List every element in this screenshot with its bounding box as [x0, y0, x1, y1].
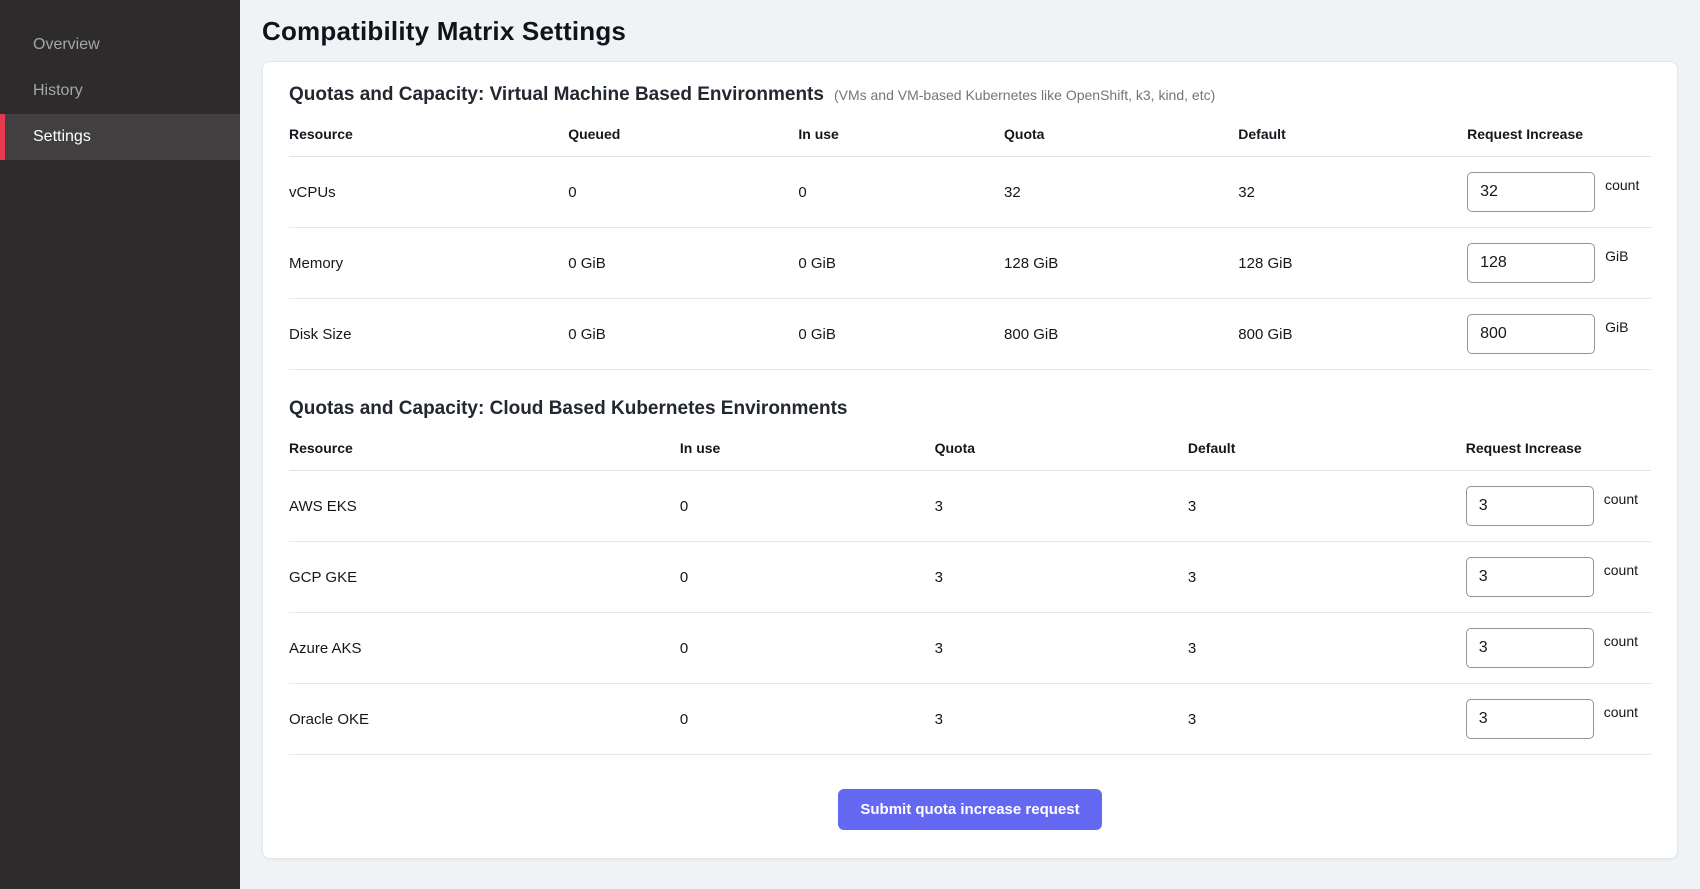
vm-section-title: Quotas and Capacity: Virtual Machine Bas… — [289, 84, 824, 106]
table-row-disk-size: Disk Size 0 GiB 0 GiB 800 GiB 800 GiB Gi… — [289, 299, 1651, 370]
default-value: 3 — [1188, 498, 1466, 515]
resource-name: Azure AKS — [289, 640, 680, 657]
sidebar-item-settings[interactable]: Settings — [0, 114, 240, 160]
unit-label: GiB — [1605, 248, 1628, 264]
resource-name: GCP GKE — [289, 569, 680, 586]
cloud-quota-table: Resource In use Quota Default Request In… — [289, 432, 1651, 755]
quota-value: 3 — [935, 498, 1188, 515]
column-header-default: Default — [1188, 440, 1466, 456]
column-header-queued: Queued — [568, 126, 798, 142]
resource-name: Oracle OKE — [289, 711, 680, 728]
in-use-value: 0 GiB — [798, 326, 1004, 343]
unit-label: GiB — [1605, 319, 1628, 335]
column-header-quota: Quota — [935, 440, 1188, 456]
unit-label: count — [1604, 704, 1638, 720]
table-row-azure-aks: Azure AKS 0 3 3 count — [289, 613, 1651, 684]
queued-value: 0 GiB — [568, 255, 798, 272]
unit-label: count — [1605, 177, 1639, 193]
request-increase-input[interactable] — [1466, 628, 1594, 668]
sidebar-item-history[interactable]: History — [0, 68, 240, 114]
cloud-section-title: Quotas and Capacity: Cloud Based Kuberne… — [289, 398, 848, 420]
table-row-oracle-oke: Oracle OKE 0 3 3 count — [289, 684, 1651, 755]
request-increase-input[interactable] — [1466, 486, 1594, 526]
default-value: 3 — [1188, 640, 1466, 657]
quota-value: 32 — [1004, 184, 1238, 201]
resource-name: Memory — [289, 255, 568, 272]
column-header-in-use: In use — [680, 440, 935, 456]
in-use-value: 0 — [680, 569, 935, 586]
column-header-request-increase: Request Increase — [1467, 126, 1651, 142]
vm-section-subtitle: (VMs and VM-based Kubernetes like OpenSh… — [834, 87, 1215, 103]
quota-value: 3 — [935, 711, 1188, 728]
request-increase-input[interactable] — [1467, 243, 1595, 283]
vm-quota-table: Resource Queued In use Quota Default Req… — [289, 118, 1651, 370]
resource-name: Disk Size — [289, 326, 568, 343]
main-content: Compatibility Matrix Settings Quotas and… — [240, 0, 1700, 889]
in-use-value: 0 — [798, 184, 1004, 201]
table-row-aws-eks: AWS EKS 0 3 3 count — [289, 471, 1651, 542]
sidebar-item-overview[interactable]: Overview — [0, 22, 240, 68]
quota-value: 3 — [935, 640, 1188, 657]
sidebar-item-label: Overview — [33, 36, 100, 54]
unit-label: count — [1604, 633, 1638, 649]
table-row-memory: Memory 0 GiB 0 GiB 128 GiB 128 GiB GiB — [289, 228, 1651, 299]
table-row-vcpus: vCPUs 0 0 32 32 count — [289, 157, 1651, 228]
column-header-resource: Resource — [289, 126, 568, 142]
in-use-value: 0 — [680, 640, 935, 657]
resource-name: AWS EKS — [289, 498, 680, 515]
vm-section-header: Quotas and Capacity: Virtual Machine Bas… — [289, 84, 1651, 106]
in-use-value: 0 GiB — [798, 255, 1004, 272]
page-title: Compatibility Matrix Settings — [262, 16, 1678, 47]
queued-value: 0 — [568, 184, 798, 201]
column-header-quota: Quota — [1004, 126, 1238, 142]
column-header-default: Default — [1238, 126, 1467, 142]
submit-area: Submit quota increase request — [289, 789, 1651, 830]
unit-label: count — [1604, 491, 1638, 507]
default-value: 32 — [1238, 184, 1467, 201]
queued-value: 0 GiB — [568, 326, 798, 343]
request-increase-input[interactable] — [1466, 699, 1594, 739]
vm-table-header-row: Resource Queued In use Quota Default Req… — [289, 118, 1651, 157]
request-increase-input[interactable] — [1466, 557, 1594, 597]
sidebar-item-label: History — [33, 82, 83, 100]
unit-label: count — [1604, 562, 1638, 578]
default-value: 3 — [1188, 711, 1466, 728]
quota-value: 128 GiB — [1004, 255, 1238, 272]
column-header-in-use: In use — [798, 126, 1004, 142]
submit-quota-increase-button[interactable]: Submit quota increase request — [838, 789, 1101, 830]
default-value: 800 GiB — [1238, 326, 1467, 343]
default-value: 128 GiB — [1238, 255, 1467, 272]
request-increase-input[interactable] — [1467, 314, 1595, 354]
default-value: 3 — [1188, 569, 1466, 586]
column-header-resource: Resource — [289, 440, 680, 456]
sidebar: Overview History Settings — [0, 0, 240, 889]
request-increase-input[interactable] — [1467, 172, 1595, 212]
resource-name: vCPUs — [289, 184, 568, 201]
in-use-value: 0 — [680, 711, 935, 728]
in-use-value: 0 — [680, 498, 935, 515]
table-row-gcp-gke: GCP GKE 0 3 3 count — [289, 542, 1651, 613]
quota-value: 800 GiB — [1004, 326, 1238, 343]
quota-value: 3 — [935, 569, 1188, 586]
column-header-request-increase: Request Increase — [1466, 440, 1651, 456]
sidebar-item-label: Settings — [33, 128, 91, 146]
settings-card: Quotas and Capacity: Virtual Machine Bas… — [262, 61, 1678, 859]
cloud-table-header-row: Resource In use Quota Default Request In… — [289, 432, 1651, 471]
cloud-section-header: Quotas and Capacity: Cloud Based Kuberne… — [289, 398, 1651, 420]
